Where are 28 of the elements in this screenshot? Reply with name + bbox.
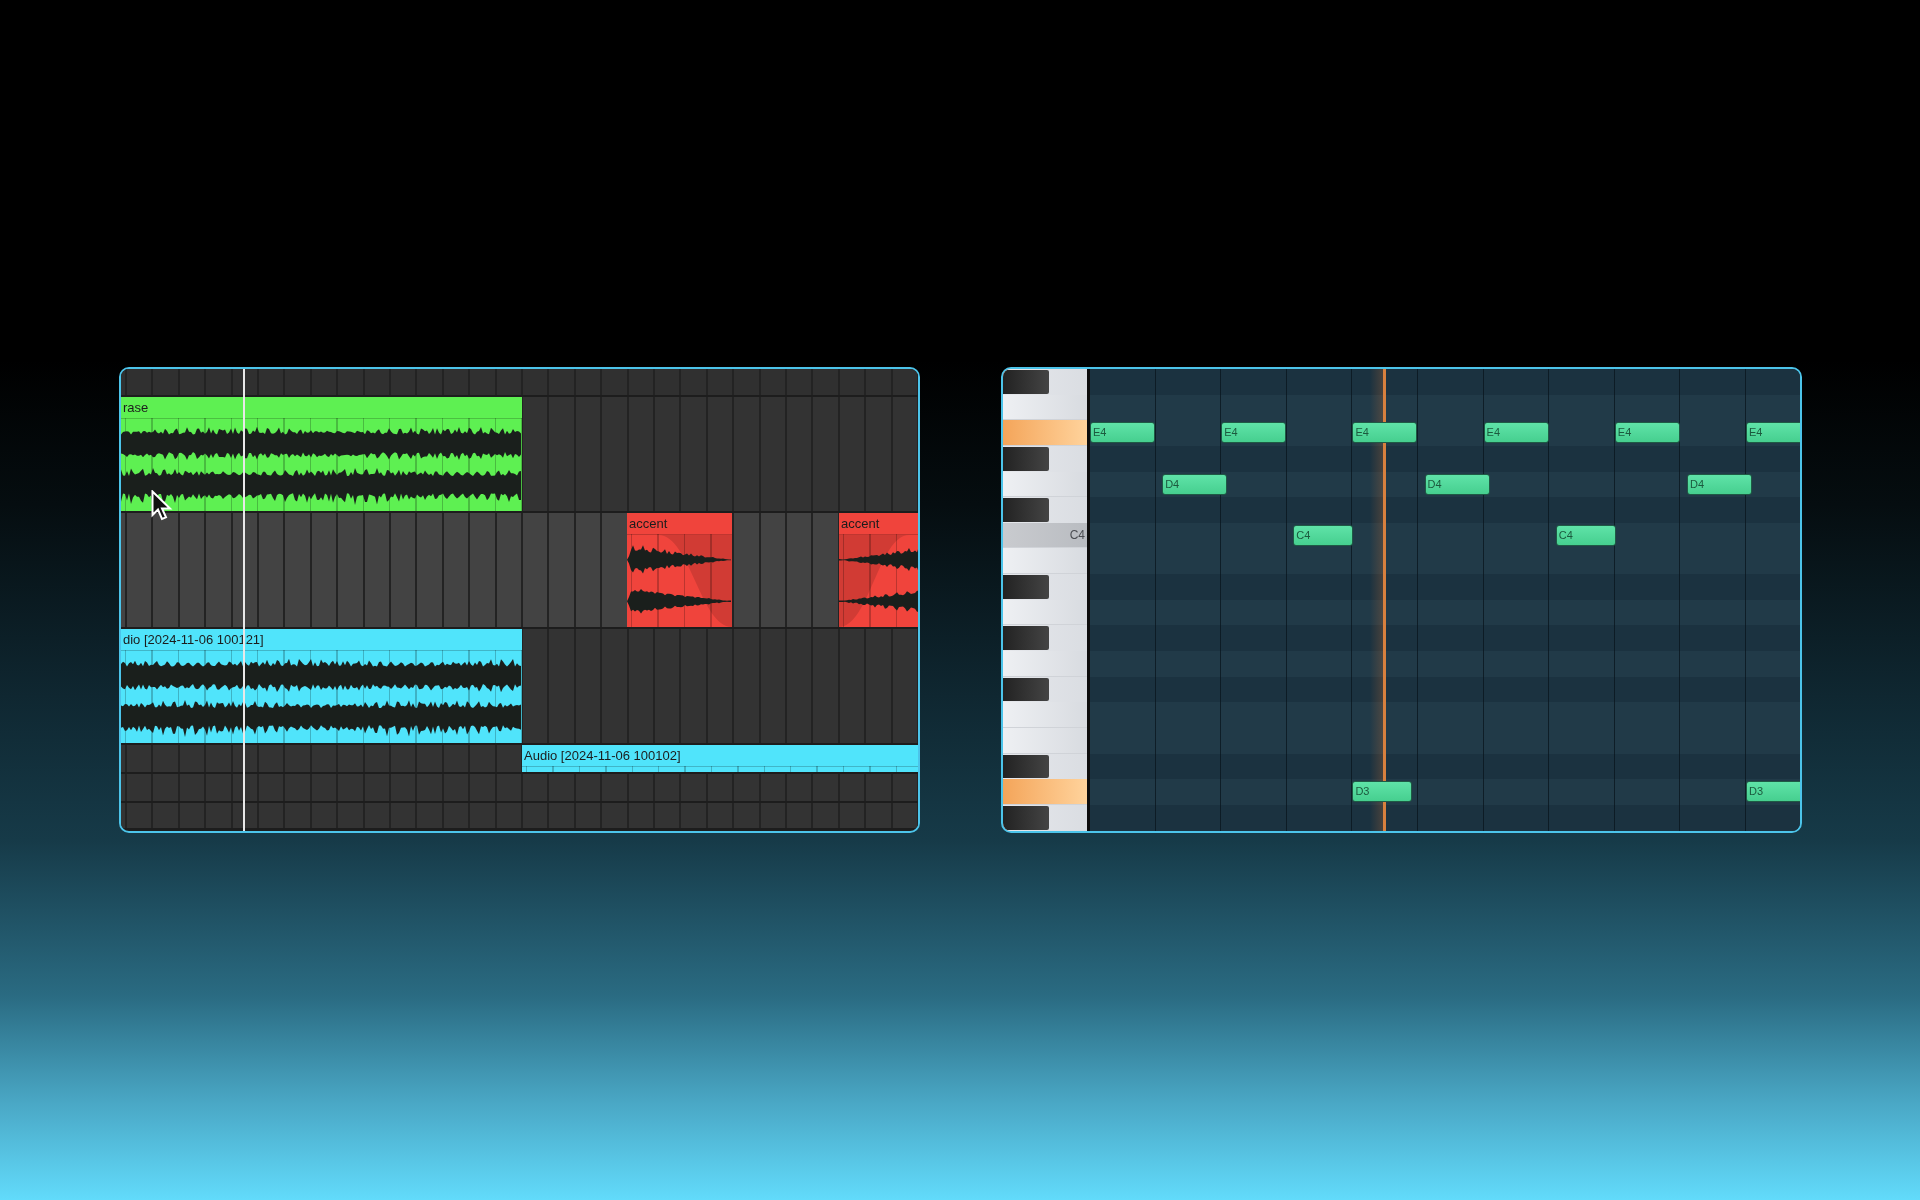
piano-key[interactable]	[1003, 753, 1087, 780]
clip-name: rase	[122, 399, 150, 417]
piano-key[interactable]	[1003, 574, 1087, 600]
piano-key[interactable]	[1003, 369, 1087, 395]
audio-clip[interactable]: rase	[121, 397, 522, 511]
clip-name: accent	[628, 515, 669, 533]
key-label: C4	[1069, 527, 1085, 542]
piano-key[interactable]	[1003, 497, 1087, 523]
timeline-ruler[interactable]	[121, 369, 918, 395]
piano-key[interactable]	[1003, 804, 1087, 831]
piano-key[interactable]: C4	[1003, 522, 1087, 549]
midi-note[interactable]: D3	[1352, 781, 1413, 803]
midi-note[interactable]: E4	[1483, 422, 1549, 444]
midi-note[interactable]: D3	[1746, 781, 1800, 803]
midi-note[interactable]: C4	[1293, 524, 1354, 546]
midi-note[interactable]: E4	[1746, 422, 1800, 444]
piano-key[interactable]	[1003, 445, 1087, 472]
midi-note[interactable]: E4	[1614, 422, 1680, 444]
mouse-pointer-icon	[151, 490, 173, 522]
midi-note[interactable]: E4	[1090, 422, 1155, 444]
midi-note[interactable]: E4	[1352, 422, 1418, 444]
clip-name: Audio [2024-11-06 100102]	[523, 747, 682, 765]
piano-key[interactable]	[1003, 625, 1087, 652]
clip-name: accent	[840, 515, 881, 533]
midi-note[interactable]: E4	[1221, 422, 1287, 444]
midi-note[interactable]: D4	[1162, 473, 1228, 495]
piano-key[interactable]	[1003, 676, 1087, 703]
audio-clip[interactable]: Audio [2024-11-06 100102]	[522, 745, 918, 772]
